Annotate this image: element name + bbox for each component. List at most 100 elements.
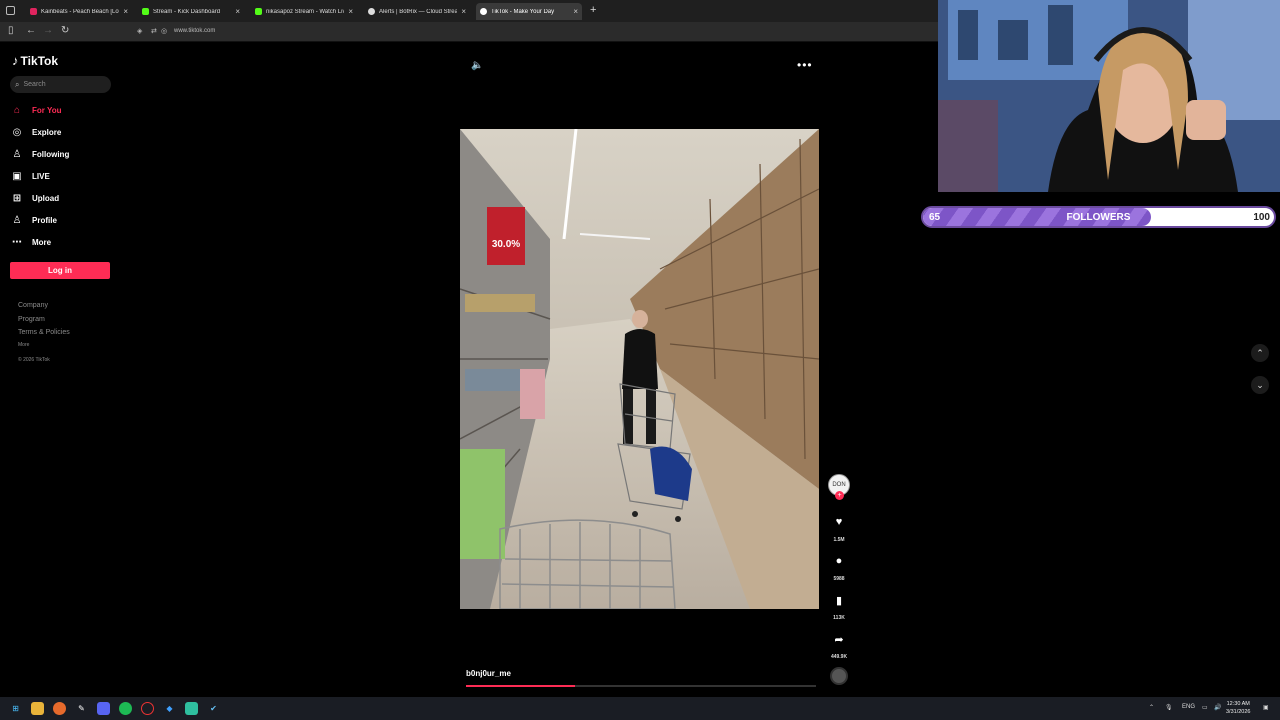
obs-icon[interactable] [141, 702, 154, 715]
volume-icon[interactable]: 🔈 [471, 60, 483, 71]
sidebar-item-for-you[interactable]: ⌂ For You [11, 103, 62, 117]
music-disc-icon[interactable] [830, 667, 848, 685]
sidebar-item-upload[interactable]: ⊞ Upload [11, 191, 59, 205]
windows-taskbar: ⊞ ✎ ◆ ✔ ⌃ 🎙 ENG ▭ 🔊 12:30 AM 3/31/2026 ▣ [0, 697, 1280, 720]
tab-title: nikasapoz Stream - Watch Live [266, 8, 345, 15]
sidebar-item-label: For You [32, 105, 62, 115]
tab-actions-icon[interactable] [6, 6, 15, 15]
close-tab-icon[interactable]: × [235, 7, 240, 16]
browser-tab-bar: Kainbeats - Peach Beach [Lofi H × Stream… [0, 0, 938, 22]
sidebar-item-label: Following [32, 149, 70, 159]
tab-title: Kainbeats - Peach Beach [Lofi H [41, 8, 120, 15]
share-button[interactable]: ➦ [828, 628, 850, 650]
comment-button[interactable]: ● [828, 550, 850, 572]
browser-tab-kick-dashboard[interactable]: Stream - Kick Dashboard × [138, 3, 244, 20]
bookmark-icon: ▮ [835, 594, 843, 607]
footer-terms-link[interactable]: Terms & Policies [18, 329, 70, 336]
tab-title: Alerts | BotRix — Cloud Stream [379, 8, 458, 15]
video-progress-bar[interactable] [466, 685, 816, 687]
close-tab-icon[interactable]: × [123, 7, 128, 16]
live-icon: ▣ [12, 170, 22, 182]
shield-icon[interactable]: ◈ [137, 27, 142, 35]
search-input[interactable]: ⌕ Search [10, 76, 111, 93]
close-tab-icon[interactable]: × [348, 7, 353, 16]
footer-more-link[interactable]: More [18, 342, 29, 348]
like-button[interactable]: ♥ [828, 511, 850, 533]
sidebar-item-profile[interactable]: ♙ Profile [11, 213, 57, 227]
next-video-button[interactable]: ⌄ [1251, 376, 1269, 394]
sidebar-item-label: Profile [32, 215, 57, 225]
forward-icon[interactable]: → [43, 25, 53, 36]
video-progress-fill [466, 685, 575, 687]
tiktok-note-icon: ♪ [12, 53, 19, 68]
discord-icon[interactable] [97, 702, 110, 715]
comment-count: 5988 [833, 576, 845, 582]
footer-company-link[interactable]: Company [18, 302, 48, 309]
followers-goal-bar: 65 FOLLOWERS 100 [921, 206, 1276, 228]
pen-app-icon[interactable]: ✎ [75, 702, 88, 715]
more-icon: ⋯ [12, 236, 22, 248]
tracking-icon[interactable]: ◎ [161, 27, 167, 35]
save-button[interactable]: ▮ [828, 589, 850, 611]
close-tab-icon[interactable]: × [573, 7, 578, 16]
microphone-icon[interactable]: 🎙 [1165, 704, 1173, 711]
footer-program-link[interactable]: Program [18, 316, 45, 323]
tab-title: Stream - Kick Dashboard [153, 8, 221, 15]
webcam-overlay [938, 0, 1280, 192]
previous-video-button[interactable]: ⌃ [1251, 344, 1269, 362]
firefox-icon[interactable] [53, 702, 66, 715]
app-icon[interactable]: ◆ [163, 702, 176, 715]
follow-plus-icon[interactable]: + [835, 491, 844, 500]
copyright-text: © 2026 TikTok [18, 357, 50, 363]
more-options-icon[interactable]: ••• [797, 58, 813, 72]
tray-chevron-icon[interactable]: ⌃ [1149, 704, 1154, 711]
sidebar-item-following[interactable]: ♙ Following [11, 147, 70, 161]
sidebar-item-live[interactable]: ▣ LIVE [11, 169, 50, 183]
reload-icon[interactable]: ↻ [61, 25, 69, 36]
login-button[interactable]: Log in [10, 262, 110, 279]
logo-text: TikTok [20, 53, 59, 68]
like-count: 1.5M [833, 537, 845, 543]
network-icon[interactable]: ▭ [1202, 704, 1208, 711]
share-icon: ➦ [834, 633, 844, 646]
search-icon: ⌕ [15, 79, 20, 89]
browser-tab-kainbeats[interactable]: Kainbeats - Peach Beach [Lofi H × [26, 3, 132, 20]
chevron-down-icon: ⌄ [1256, 379, 1264, 390]
sidebar-item-label: Upload [32, 193, 60, 203]
close-tab-icon[interactable]: × [461, 7, 466, 16]
tiktok-logo[interactable]: ♪ TikTok [12, 53, 58, 68]
home-icon: ⌂ [13, 104, 21, 116]
search-placeholder: Search [23, 81, 46, 88]
start-icon[interactable]: ⊞ [9, 702, 22, 715]
spotify-icon[interactable] [119, 702, 132, 715]
file-explorer-icon[interactable] [31, 702, 44, 715]
sidebar-item-explore[interactable]: ◎ Explore [11, 125, 62, 139]
video-player[interactable]: 30.0% [460, 129, 819, 609]
browser-tab-tiktok[interactable]: TikTok - Make Your Day × [476, 3, 582, 20]
compass-icon: ◎ [12, 126, 22, 138]
language-indicator[interactable]: ENG [1182, 704, 1195, 710]
new-tab-icon[interactable]: + [590, 4, 596, 16]
site-settings-icon[interactable]: ⇄ [151, 27, 157, 35]
browser-tab-nikasapoz[interactable]: nikasapoz Stream - Watch Live × [251, 3, 357, 20]
steam-icon[interactable]: ✔ [207, 702, 220, 715]
sidebar-item-more[interactable]: ⋯ More [11, 235, 51, 249]
sidebar-toggle-icon[interactable]: ▯ [8, 25, 14, 36]
kick-favicon-icon [255, 8, 262, 15]
sidebar-item-label: More [32, 237, 52, 247]
grid-app-icon[interactable] [185, 702, 198, 715]
clock-date: 3/31/2026 [1226, 709, 1251, 715]
video-frame-image: 30.0% [460, 129, 819, 609]
back-icon[interactable]: ← [26, 25, 36, 36]
url-input[interactable]: www.tiktok.com [174, 28, 215, 34]
browser-tab-botrix[interactable]: Alerts | BotRix — Cloud Stream × [364, 3, 470, 20]
botrix-favicon-icon [368, 8, 375, 15]
browser-address-bar: ▯ ← → ↻ ◈ ⇄ ◎ www.tiktok.com [0, 22, 938, 42]
avatar-text: DON [832, 482, 846, 488]
share-count: 449.9K [830, 654, 848, 660]
upload-icon: ⊞ [12, 192, 22, 204]
system-clock[interactable]: 12:30 AM 3/31/2026 [1226, 700, 1250, 716]
video-username[interactable]: b0nj0ur_me [466, 669, 511, 678]
notification-icon[interactable]: ▣ [1263, 704, 1269, 711]
volume-tray-icon[interactable]: 🔊 [1214, 704, 1221, 711]
